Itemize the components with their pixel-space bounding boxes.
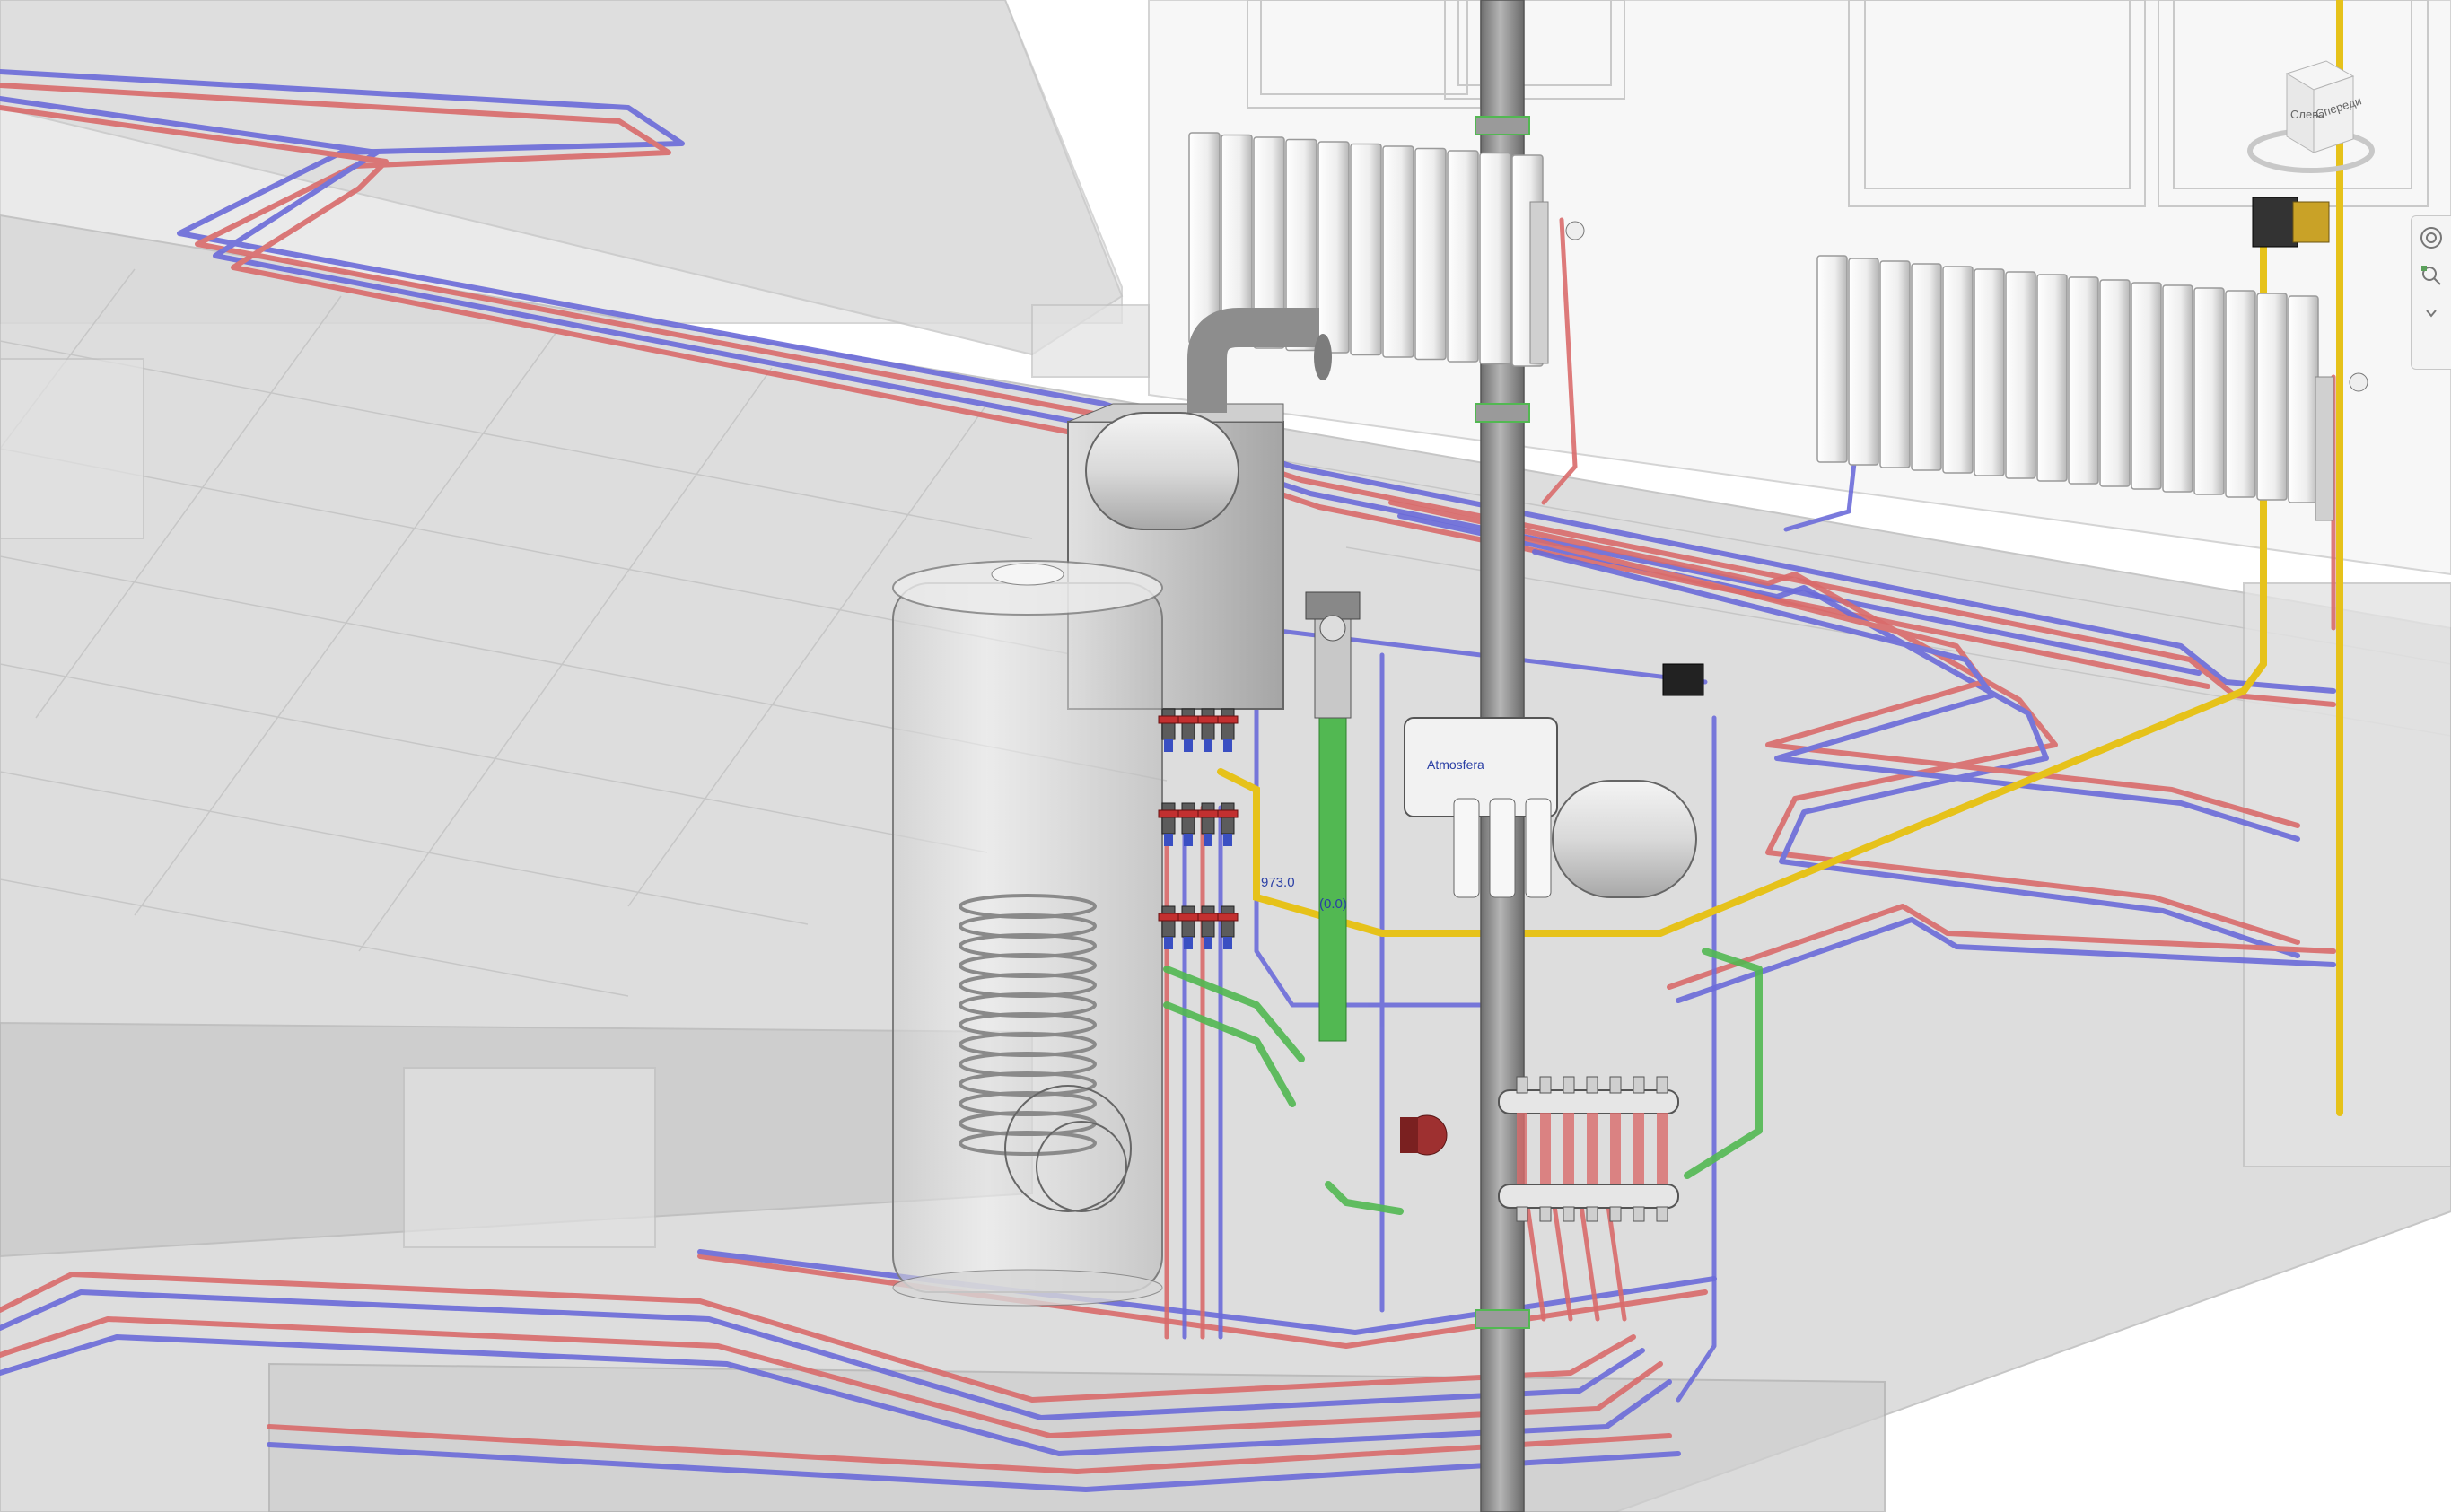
radiator-section (2193, 287, 2225, 495)
manifold-port (1656, 1206, 1668, 1222)
manifold-port (1539, 1206, 1552, 1222)
radiator-section (1479, 152, 1511, 365)
valve-handle[interactable] (1217, 913, 1239, 922)
manifold-flowmeter (1517, 1113, 1527, 1184)
valve-union (1204, 937, 1212, 949)
manifold-flowmeter (1540, 1113, 1551, 1184)
manifold-port (1609, 1206, 1622, 1222)
valve-union (1164, 739, 1173, 752)
valve-handle[interactable] (1177, 913, 1199, 922)
manifold-port (1563, 1206, 1575, 1222)
ball-valve[interactable] (1161, 905, 1176, 938)
radiator-section (2131, 282, 2162, 490)
radiator-section (2099, 279, 2131, 487)
radiator-section (1414, 147, 1447, 361)
manifold-port (1609, 1076, 1622, 1094)
radiator-section (2005, 271, 2036, 479)
right-slab (2243, 582, 2451, 1167)
model-viewport[interactable]: Atmosfera 973.0 (0.0) Слева Спереди (0, 0, 2451, 1512)
manifold-port (1516, 1076, 1528, 1094)
manifold-port (1586, 1206, 1598, 1222)
dimension-label: 973.0 (1261, 875, 1295, 890)
svg-text:Atmosfera: Atmosfera (1427, 757, 1484, 772)
radiator-section (1816, 255, 1848, 463)
valve-union (1184, 834, 1193, 846)
radiator-section (1942, 266, 1974, 474)
radiator-section (2068, 276, 2099, 485)
ball-valve[interactable] (1181, 905, 1195, 938)
valve-union (1184, 937, 1193, 949)
radiator-section (2036, 274, 2068, 482)
radiator-section (1447, 150, 1479, 363)
radiator-section (1382, 145, 1414, 358)
radiator-section (1911, 263, 1942, 471)
valve-handle[interactable] (1158, 715, 1179, 724)
valve-handle[interactable] (1177, 715, 1199, 724)
circulation-pump[interactable] (1400, 1114, 1448, 1156)
manifold-port (1539, 1076, 1552, 1094)
valve-handle[interactable] (1197, 913, 1219, 922)
manifold-port (1656, 1076, 1668, 1094)
valve-handle[interactable] (1158, 913, 1179, 922)
valve-union (1223, 739, 1232, 752)
valve-union (1184, 739, 1193, 752)
radiator-section (1350, 143, 1382, 356)
dimension-label: (0.0) (1319, 896, 1347, 912)
zoom-region-icon[interactable] (2415, 259, 2447, 292)
ball-valve[interactable] (1201, 905, 1215, 938)
ball-valve[interactable] (1181, 802, 1195, 835)
valve-union (1204, 834, 1212, 846)
manifold-port (1633, 1206, 1645, 1222)
air-vent[interactable] (1662, 663, 1704, 696)
ball-valve[interactable] (1221, 802, 1235, 835)
navigation-bar (2411, 215, 2451, 370)
radiator-section (2162, 284, 2193, 493)
valve-handle[interactable] (1217, 809, 1239, 818)
radiator-section (2225, 290, 2256, 498)
manifold-flowmeter (1633, 1113, 1644, 1184)
manifold-port (1586, 1076, 1598, 1094)
chevron-down-icon[interactable] (2415, 297, 2447, 329)
radiator-section (1848, 258, 1879, 466)
manifold-port (1563, 1076, 1575, 1094)
valve-union (1164, 937, 1173, 949)
manifold-flowmeter (1610, 1113, 1621, 1184)
ball-valve[interactable] (1221, 708, 1235, 740)
manifold-flowmeter (1563, 1113, 1574, 1184)
bim-3d-scene[interactable]: Atmosfera 973.0 (0.0) (0, 0, 2451, 1512)
radiator-section (2288, 295, 2319, 503)
ball-valve[interactable] (1161, 802, 1176, 835)
indirect-water-heater[interactable] (892, 560, 1163, 1307)
radiator-section (1879, 260, 1911, 468)
ball-valve[interactable] (1201, 802, 1215, 835)
valve-handle[interactable] (1197, 809, 1219, 818)
ball-valve[interactable] (1201, 708, 1215, 740)
ball-valve[interactable] (1181, 708, 1195, 740)
valve-union (1223, 937, 1232, 949)
valve-union (1204, 739, 1212, 752)
valve-handle[interactable] (1217, 715, 1239, 724)
valve-handle[interactable] (1158, 809, 1179, 818)
valve-handle[interactable] (1177, 809, 1199, 818)
valve-union (1223, 834, 1232, 846)
manifold-port (1633, 1076, 1645, 1094)
valve-handle[interactable] (1197, 715, 1219, 724)
ball-valve[interactable] (1161, 708, 1176, 740)
manifold-flowmeter (1587, 1113, 1598, 1184)
gas-meter[interactable] (2252, 197, 2330, 248)
valve-union (1164, 834, 1173, 846)
manifold-port (1516, 1206, 1528, 1222)
viewcube[interactable]: Слева Спереди (2244, 54, 2378, 188)
ball-valve[interactable] (1221, 905, 1235, 938)
radiator-section (2256, 293, 2288, 501)
radiator-section (1317, 141, 1350, 354)
steering-wheel-icon[interactable] (2415, 222, 2447, 254)
manifold-flowmeter (1657, 1113, 1668, 1184)
radiator-section (1974, 268, 2005, 476)
